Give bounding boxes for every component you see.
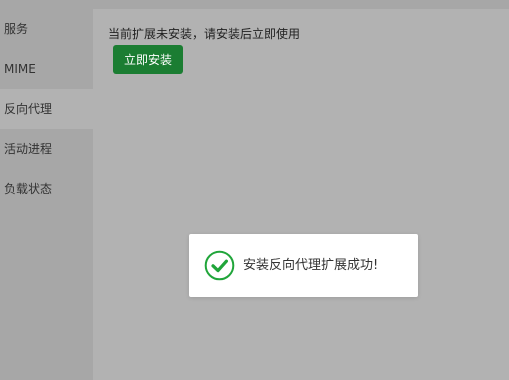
check-circle-icon (204, 250, 235, 281)
sidebar-item-load-status[interactable]: 负载状态 (0, 169, 93, 209)
sidebar: 服务 MIME 反向代理 活动进程 负载状态 (0, 9, 93, 380)
sidebar-item-active-processes[interactable]: 活动进程 (0, 129, 93, 169)
success-toast: 安装反向代理扩展成功! (189, 234, 418, 297)
sidebar-item-label: 反向代理 (4, 102, 53, 116)
sidebar-item-mime[interactable]: MIME (0, 49, 93, 89)
sidebar-item-reverse-proxy[interactable]: 反向代理 (0, 89, 93, 129)
extension-not-installed-notice: 当前扩展未安装，请安装后立即使用 (108, 27, 301, 41)
top-strip (0, 0, 509, 9)
sidebar-item-label: MIME (4, 62, 36, 76)
sidebar-item-label: 负载状态 (4, 182, 53, 196)
main-panel: 当前扩展未安装，请安装后立即使用 立即安装 (93, 9, 509, 380)
toast-message: 安装反向代理扩展成功! (243, 258, 379, 273)
sidebar-item-label: 服务 (4, 22, 29, 36)
sidebar-item-services[interactable]: 服务 (0, 9, 93, 49)
sidebar-item-label: 活动进程 (4, 142, 53, 156)
install-now-button[interactable]: 立即安装 (113, 45, 183, 74)
